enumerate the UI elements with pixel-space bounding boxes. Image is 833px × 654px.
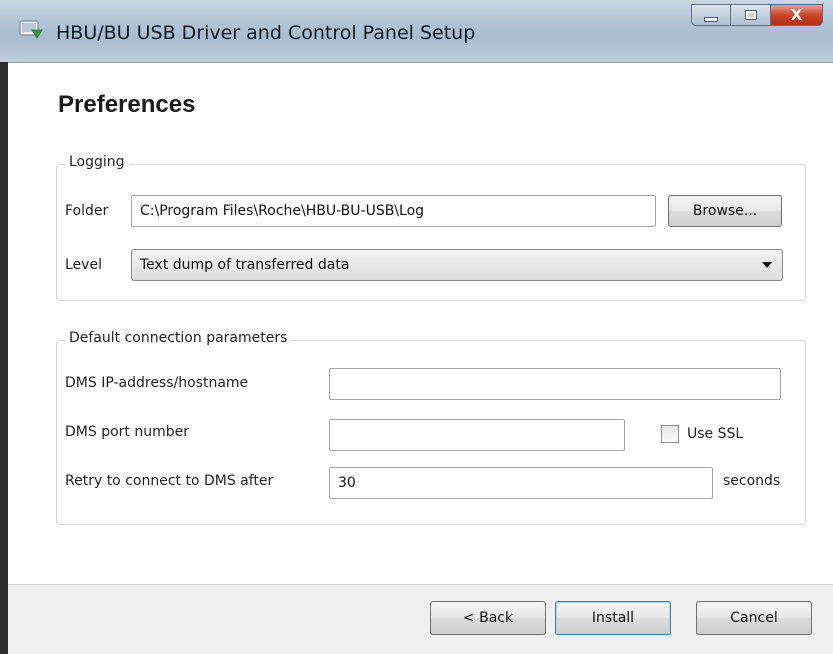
setup-window: HBU/BU USB Driver and Control Panel Setu… (0, 0, 833, 654)
port-label: DMS port number (65, 424, 189, 440)
maximize-icon (744, 10, 757, 20)
connection-legend: Default connection parameters (65, 330, 292, 346)
chevron-down-icon (762, 262, 772, 268)
back-button[interactable]: < Back (430, 601, 546, 635)
host-field[interactable] (329, 368, 781, 400)
window-left-edge (0, 62, 8, 654)
retry-label: Retry to connect to DMS after (65, 473, 274, 489)
folder-field[interactable]: C:\Program Files\Roche\HBU-BU-USB\Log (131, 195, 656, 227)
browse-button[interactable]: Browse... (668, 195, 782, 227)
connection-group: Default connection parameters DMS IP-add… (56, 330, 806, 525)
logging-legend: Logging (65, 154, 129, 170)
level-label: Level (65, 257, 102, 273)
use-ssl-checkbox[interactable] (661, 425, 679, 443)
use-ssl-label[interactable]: Use SSL (687, 426, 743, 442)
page-title: Preferences (58, 91, 196, 118)
retry-unit-label: seconds (723, 473, 781, 489)
close-button[interactable]: X (771, 4, 823, 26)
folder-label: Folder (65, 203, 109, 219)
install-button[interactable]: Install (555, 601, 671, 635)
installer-icon (18, 18, 44, 42)
host-label: DMS IP-address/hostname (65, 375, 249, 391)
retry-field[interactable]: 30 (329, 467, 713, 499)
maximize-button[interactable] (731, 4, 771, 26)
page-content: Preferences Logging Folder C:\Program Fi… (8, 63, 833, 583)
cancel-button[interactable]: Cancel (696, 601, 812, 635)
port-field[interactable] (329, 419, 625, 451)
minimize-button[interactable] (691, 4, 731, 26)
level-select[interactable]: Text dump of transferred data (131, 249, 783, 281)
button-bar: < Back Install Cancel (8, 584, 833, 654)
level-selected-value: Text dump of transferred data (140, 257, 350, 273)
close-icon: X (790, 6, 803, 24)
title-bar[interactable]: HBU/BU USB Driver and Control Panel Setu… (0, 0, 833, 63)
window-controls: X (691, 4, 823, 28)
window-title: HBU/BU USB Driver and Control Panel Setu… (56, 22, 476, 44)
minimize-icon (704, 16, 718, 22)
logging-group: Logging Folder C:\Program Files\Roche\HB… (56, 154, 806, 301)
